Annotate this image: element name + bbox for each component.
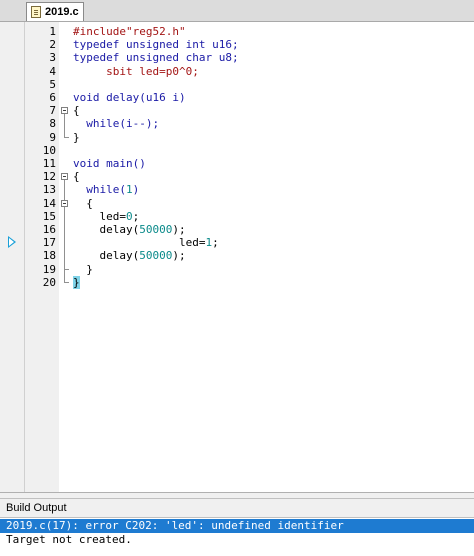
code-line[interactable]: delay(50000); [73, 223, 186, 236]
build-error-line[interactable]: 2019.c(17): error C202: 'led': undefined… [0, 519, 474, 533]
line-number: 18 [42, 249, 56, 263]
fold-end-marker [64, 281, 69, 283]
line-number: 5 [49, 77, 56, 91]
code-token: led= [73, 209, 126, 223]
code-token: void delay(u16 i) [73, 91, 186, 104]
build-status-line[interactable]: Target not created. [0, 533, 474, 547]
line-number: 2 [49, 38, 56, 52]
code-token: 0 [125, 209, 133, 223]
code-token: ; [132, 209, 140, 223]
code-token: while( [73, 183, 126, 197]
code-line[interactable]: } [73, 263, 93, 276]
code-line[interactable]: } [73, 131, 80, 144]
fold-toggle-icon[interactable] [61, 199, 68, 207]
code-token: ); [172, 249, 186, 263]
line-number: 6 [49, 91, 56, 104]
line-number: 20 [42, 275, 56, 289]
code-token: } [73, 262, 93, 276]
fold-end-marker [64, 136, 69, 138]
code-line[interactable]: led=1; [73, 236, 219, 249]
line-number: 3 [49, 51, 56, 65]
line-number: 11 [42, 157, 56, 170]
line-number: 15 [42, 209, 56, 223]
code-token: { [73, 170, 80, 184]
code-line[interactable]: { [73, 197, 93, 210]
code-token: ) [132, 183, 140, 197]
code-token: } [73, 130, 80, 144]
fold-guide-line [64, 180, 65, 282]
code-editor[interactable]: 1 2 3 4 5 6 7 8 9 10 11 12 13 14 15 16 17 18 19 20 #include… [0, 22, 474, 493]
code-token: } [73, 275, 80, 289]
code-token: ; [212, 236, 219, 250]
code-token: void main() [73, 157, 146, 170]
code-token: { [73, 196, 93, 210]
code-line[interactable]: led=0; [73, 210, 139, 223]
fold-end-marker [64, 268, 69, 270]
fold-gutter [59, 22, 71, 492]
execution-arrow-icon [8, 236, 16, 249]
breakpoint-margin[interactable] [0, 22, 25, 492]
tab-label: 2019.c [45, 6, 79, 18]
line-number: 9 [49, 130, 56, 144]
build-output-header: Build Output [0, 498, 474, 518]
code-line[interactable]: while(1) [73, 183, 139, 196]
code-line[interactable]: void main() [73, 157, 146, 170]
code-line[interactable]: void delay(u16 i) [73, 91, 186, 104]
code-token: typedef unsigned char u8; [73, 51, 239, 65]
tab-2019-c[interactable]: 2019.c [26, 2, 84, 21]
code-line[interactable]: while(i--); [73, 117, 159, 130]
build-output-title: Build Output [6, 502, 67, 514]
code-token: 50000 [139, 223, 173, 236]
code-line[interactable]: { [73, 170, 80, 183]
code-token: led= [73, 236, 206, 250]
code-token: sbit led=p0^0; [73, 64, 199, 78]
line-number-gutter: 1 2 3 4 5 6 7 8 9 10 11 12 13 14 15 16 17 18 19 20 [25, 22, 59, 492]
code-token: typedef unsigned int u16; [73, 38, 239, 52]
code-token: 1 [125, 183, 133, 197]
fold-guide-line [64, 114, 65, 137]
code-token: while(i--); [73, 117, 160, 131]
code-token: { [73, 104, 80, 118]
code-area[interactable]: #include"reg52.h" typedef unsigned int u1… [71, 22, 474, 492]
line-number: 14 [42, 196, 56, 210]
code-line[interactable]: delay(50000); [73, 249, 186, 263]
code-line[interactable]: typedef unsigned int u16; [73, 38, 239, 51]
code-token: #include"reg52.h" [73, 25, 186, 38]
line-number: 10 [42, 143, 56, 157]
code-line[interactable]: typedef unsigned char u8; [73, 51, 239, 64]
line-number: 12 [42, 170, 56, 184]
code-line[interactable]: #include"reg52.h" [73, 25, 186, 38]
line-number: 17 [42, 236, 56, 250]
build-output-panel: Build Output 2019.c(17): error C202: 'le… [0, 498, 474, 556]
editor-tab-strip: 2019.c [0, 0, 474, 22]
fold-toggle-icon[interactable] [61, 173, 68, 181]
code-line[interactable]: } [73, 275, 80, 289]
code-token: 50000 [139, 249, 173, 263]
code-token: delay( [73, 249, 140, 263]
line-number: 1 [49, 25, 56, 38]
line-number: 16 [42, 223, 56, 236]
line-number: 13 [42, 183, 56, 197]
file-c-icon [31, 6, 41, 18]
fold-toggle-icon[interactable] [61, 107, 68, 115]
code-token: ); [172, 223, 186, 236]
code-line[interactable]: { [73, 104, 80, 117]
line-number: 4 [49, 64, 56, 78]
line-number: 8 [49, 117, 56, 131]
code-line[interactable]: sbit led=p0^0; [73, 65, 199, 78]
code-token: delay( [73, 223, 140, 236]
line-number: 19 [42, 262, 56, 276]
line-number: 7 [49, 104, 56, 118]
